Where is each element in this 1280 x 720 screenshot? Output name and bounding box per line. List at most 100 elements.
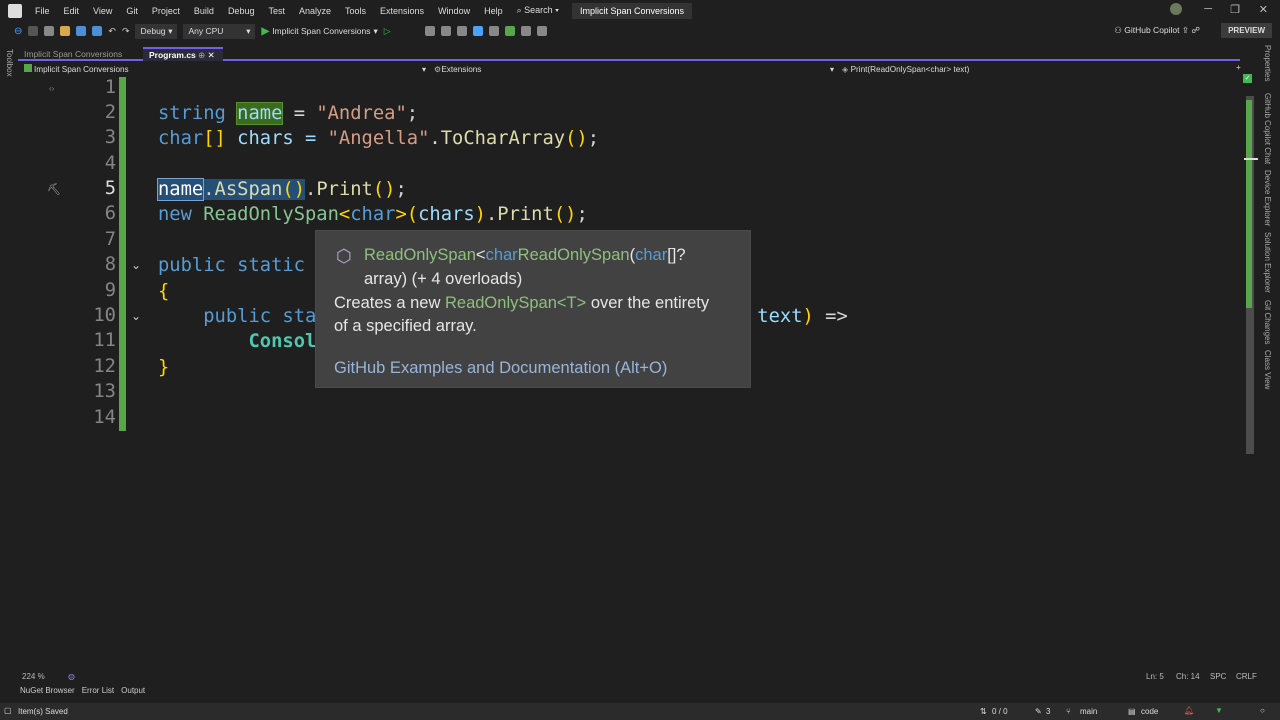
code-line-2[interactable]: string name = "Andrea"; [158, 101, 418, 126]
toolbar-icon[interactable] [424, 26, 435, 36]
project-dropdown[interactable]: Implicit Span Conversions [24, 64, 129, 74]
health-icon[interactable]: ◍ [68, 672, 75, 681]
notifications-icon[interactable]: 🔔︎ [1184, 706, 1194, 715]
menu-git[interactable]: Git [119, 6, 145, 16]
tab-solution-explorer[interactable]: Solution Explorer [1263, 232, 1272, 293]
fold-chevron-icon[interactable]: ⌄ [131, 258, 141, 272]
token: char [350, 204, 396, 225]
dropdown-arrow-icon[interactable]: ▾ [830, 64, 834, 74]
close-tab-icon[interactable]: ✕ [208, 50, 215, 60]
scrollbar-change-map[interactable] [1246, 100, 1252, 308]
menu-extensions[interactable]: Extensions [373, 6, 431, 16]
fold-chevron-icon[interactable]: ⌄ [131, 309, 141, 323]
tooltip-description-2: of a specified array. [334, 317, 477, 335]
line-number: 7 [104, 229, 116, 250]
zoom-level[interactable]: 224 % [22, 672, 45, 681]
configuration-select[interactable]: Debug ▾ [135, 23, 178, 39]
sig-part: ReadOnlySpan [517, 246, 630, 264]
tab-git-changes[interactable]: Git Changes [1263, 300, 1272, 344]
copilot-label: GitHub Copilot [1124, 25, 1180, 35]
redo-icon[interactable]: ↷ [122, 26, 130, 37]
menu-build[interactable]: Build [187, 6, 221, 16]
tab-nuget-browser[interactable]: NuGet Browser [20, 686, 75, 695]
toolbar-icon[interactable] [488, 26, 499, 36]
menu-debug[interactable]: Debug [221, 6, 262, 16]
type-dropdown[interactable]: ⚙Extensions [434, 64, 481, 74]
pending-changes[interactable]: 3 [1046, 707, 1050, 716]
share-icon[interactable]: ⇪ [1182, 25, 1189, 35]
line-ending-indicator[interactable]: CRLF [1236, 672, 1257, 681]
copilot-status-icon[interactable]: ▼ [1215, 706, 1223, 715]
save-all-icon[interactable] [92, 26, 103, 36]
line-number: 5 [104, 178, 116, 199]
restore-button[interactable]: ❐ [1230, 3, 1240, 16]
tab-output[interactable]: Output [121, 686, 145, 695]
split-add-icon[interactable]: + [1236, 63, 1241, 72]
token: name [236, 102, 284, 125]
toolbox-tab[interactable]: Toolbox [5, 49, 14, 77]
member-dropdown[interactable]: ◈ Print(ReadOnlySpan<char> text) [842, 64, 969, 74]
save-icon[interactable] [76, 26, 87, 36]
token: () [282, 179, 306, 200]
tab-device-explorer[interactable]: Device Explorer [1263, 170, 1272, 226]
minimize-button[interactable]: ─ [1204, 3, 1212, 15]
github-copilot-button[interactable]: ⚇ GitHub Copilot ⇪ ☍ [1114, 25, 1200, 36]
menu-test[interactable]: Test [261, 6, 292, 16]
comment-icon[interactable] [504, 26, 515, 36]
status-circle-icon[interactable]: ○ [1260, 706, 1265, 715]
user-avatar[interactable] [1170, 3, 1182, 15]
toolbar-icon[interactable] [440, 26, 451, 36]
right-tool-tabs: Properties GitHub Copilot Chat Device Ex… [1260, 45, 1278, 395]
menu-edit[interactable]: Edit [57, 6, 87, 16]
tab-error-list[interactable]: Error List [82, 686, 114, 695]
code-line-9[interactable]: { [158, 279, 169, 304]
menu-view[interactable]: View [86, 6, 119, 16]
pin-icon[interactable]: ⊕ [198, 50, 205, 60]
back-icon[interactable]: ⊖ [14, 26, 22, 37]
toolbar-icon[interactable] [472, 26, 483, 36]
tab-properties[interactable]: Properties [1263, 45, 1272, 81]
github-docs-link[interactable]: GitHub Examples and Documentation (Alt+O… [334, 359, 667, 378]
tab-program-cs[interactable]: Program.cs ⊕ ✕ [143, 47, 223, 61]
menu-window[interactable]: Window [431, 6, 477, 16]
menu-help[interactable]: Help [477, 6, 510, 16]
run-without-debug-icon[interactable]: ▷ [384, 26, 391, 37]
column-indicator[interactable]: Ch: 14 [1176, 672, 1200, 681]
code-line-11[interactable]: Consol [158, 329, 316, 354]
code-line-8[interactable]: public static [158, 253, 305, 278]
pencil-icon: ✎ [1035, 707, 1042, 716]
forward-icon[interactable] [28, 26, 39, 36]
menu-tools[interactable]: Tools [338, 6, 373, 16]
feedback-icon[interactable]: ☍ [1191, 25, 1200, 35]
code-line-5[interactable]: name.AsSpan().Print(); [156, 177, 407, 202]
uncomment-icon[interactable] [520, 26, 531, 36]
whitespace-indicator[interactable]: SPC [1210, 672, 1226, 681]
menu-project[interactable]: Project [145, 6, 187, 16]
run-button[interactable]: ▶ Implicit Span Conversions ▾ [261, 26, 377, 37]
tab-class-view[interactable]: Class View [1263, 350, 1272, 389]
close-button[interactable]: ✕ [1259, 3, 1268, 16]
search-button[interactable]: ⌕ Search ▾ [510, 5, 566, 16]
menu-file[interactable]: File [28, 6, 57, 16]
spellcheck-icon[interactable] [456, 26, 467, 36]
dropdown-arrow-icon[interactable]: ▾ [422, 64, 426, 74]
preview-badge[interactable]: PREVIEW [1221, 23, 1272, 38]
repository-selector[interactable]: code [1141, 707, 1158, 716]
tab-implicit-span-conversions[interactable]: Implicit Span Conversions [18, 47, 143, 61]
tab-github-copilot-chat[interactable]: GitHub Copilot Chat [1263, 93, 1272, 164]
branch-selector[interactable]: main [1080, 707, 1097, 716]
code-line-12[interactable]: } [158, 355, 169, 380]
no-issues-icon[interactable]: ✓ [1243, 74, 1252, 83]
token: public sta [203, 306, 317, 327]
code-line-3[interactable]: char[] chars = "Angella".ToCharArray(); [158, 126, 599, 151]
bookmark-icon[interactable] [536, 26, 547, 36]
quick-actions-icon[interactable]: ⛏ [47, 183, 61, 196]
platform-select[interactable]: Any CPU ▾ [183, 23, 256, 39]
code-line-6[interactable]: new ReadOnlySpan<char>(chars).Print(); [158, 202, 588, 227]
new-project-icon[interactable] [44, 26, 55, 36]
menu-analyze[interactable]: Analyze [292, 6, 338, 16]
sync-count[interactable]: 0 / 0 [992, 707, 1008, 716]
undo-icon[interactable]: ↶ [108, 26, 116, 37]
line-indicator[interactable]: Ln: 5 [1146, 672, 1164, 681]
open-icon[interactable] [60, 26, 71, 36]
